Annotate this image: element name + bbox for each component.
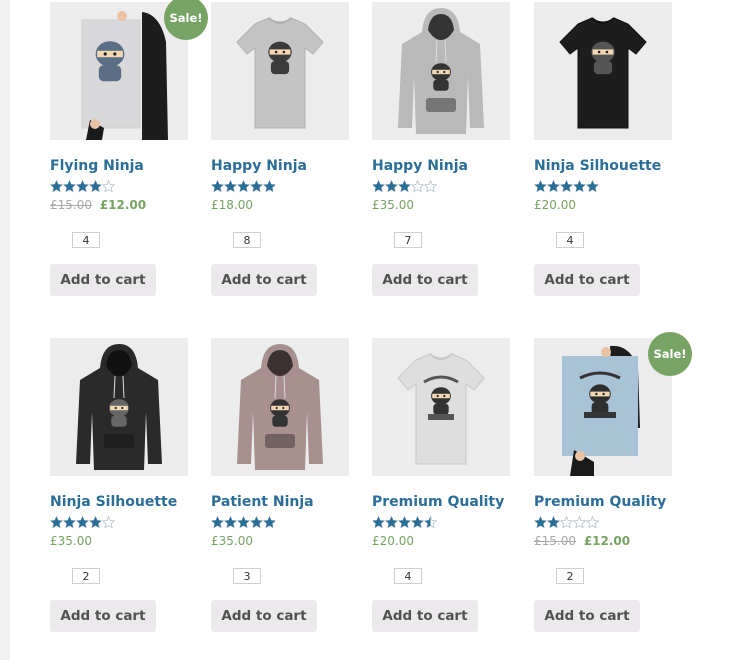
product-card: Ninja Silhouette £20.00 Add to cart: [534, 0, 674, 320]
regular-price: £15.00: [534, 534, 576, 548]
product-price: £20.00: [372, 534, 414, 548]
current-price: £20.00: [534, 198, 576, 212]
star-icon: [559, 516, 574, 529]
star-rating: [211, 180, 277, 193]
quantity-input[interactable]: [556, 568, 584, 584]
star-icon: [572, 516, 587, 529]
product-card: Ninja Silhouette £35.00 Add to cart: [50, 336, 190, 656]
product-title-link[interactable]: Happy Ninja: [211, 158, 371, 174]
star-rating: [534, 516, 600, 529]
sale-badge: Sale!: [648, 332, 692, 376]
star-rating: [211, 516, 277, 529]
product-title-link[interactable]: Flying Ninja: [50, 158, 210, 174]
regular-price: £15.00: [50, 198, 92, 212]
product-title-link[interactable]: Happy Ninja: [372, 158, 532, 174]
star-icon: [101, 516, 116, 529]
add-to-cart-button[interactable]: Add to cart: [372, 600, 478, 632]
star-icon: [585, 516, 600, 529]
current-price: £18.00: [211, 198, 253, 212]
add-to-cart-button[interactable]: Add to cart: [50, 264, 156, 296]
product-title-link[interactable]: Premium Quality: [534, 494, 694, 510]
product-price: £35.00: [211, 534, 253, 548]
product-price: £15.00 £12.00: [534, 534, 630, 548]
add-to-cart-button[interactable]: Add to cart: [211, 600, 317, 632]
product-card: Patient Ninja £35.00 Add to cart: [211, 336, 351, 656]
quantity-input[interactable]: [394, 568, 422, 584]
product-image-link[interactable]: [372, 2, 510, 140]
product-card: Sale! Premium Quality £15.00 £12.00 Add …: [534, 332, 692, 656]
quantity-input[interactable]: [72, 568, 100, 584]
product-image-link[interactable]: [50, 338, 188, 476]
product-title-link[interactable]: Patient Ninja: [211, 494, 371, 510]
product-image-link[interactable]: [211, 2, 349, 140]
sale-badge: Sale!: [164, 0, 208, 40]
star-rating: [50, 516, 116, 529]
product-price: £18.00: [211, 198, 253, 212]
product-card: Happy Ninja £18.00 Add to cart: [211, 0, 351, 320]
current-price: £35.00: [50, 534, 92, 548]
product-card: Premium Quality £20.00 Add to cart: [372, 336, 512, 656]
add-to-cart-button[interactable]: Add to cart: [211, 264, 317, 296]
sale-price: £12.00: [99, 198, 147, 212]
star-rating: [50, 180, 116, 193]
product-image-link[interactable]: [534, 2, 672, 140]
current-price: £35.00: [372, 198, 414, 212]
star-rating: [534, 180, 600, 193]
star-icon: [423, 180, 438, 193]
star-icon: [410, 180, 425, 193]
product-title-link[interactable]: Ninja Silhouette: [534, 158, 694, 174]
product-title-link[interactable]: Ninja Silhouette: [50, 494, 210, 510]
product-image-link[interactable]: [372, 338, 510, 476]
product-price: £35.00: [50, 534, 92, 548]
star-icon: [101, 180, 116, 193]
product-grid: Sale! Flying Ninja £15.00 £12.00 Add to …: [10, 0, 732, 660]
quantity-input[interactable]: [394, 232, 422, 248]
product-price: £15.00 £12.00: [50, 198, 146, 212]
add-to-cart-button[interactable]: Add to cart: [50, 600, 156, 632]
quantity-input[interactable]: [72, 232, 100, 248]
current-price: £35.00: [211, 534, 253, 548]
product-card: Happy Ninja £35.00 Add to cart: [372, 0, 512, 320]
quantity-input[interactable]: [233, 568, 261, 584]
current-price: £20.00: [372, 534, 414, 548]
quantity-input[interactable]: [556, 232, 584, 248]
product-image-link[interactable]: [211, 338, 349, 476]
product-title-link[interactable]: Premium Quality: [372, 494, 532, 510]
product-price: £35.00: [372, 198, 414, 212]
add-to-cart-button[interactable]: Add to cart: [372, 264, 478, 296]
add-to-cart-button[interactable]: Add to cart: [534, 264, 640, 296]
shop-page: Sale! Flying Ninja £15.00 £12.00 Add to …: [10, 0, 732, 660]
quantity-input[interactable]: [233, 232, 261, 248]
star-rating: [372, 180, 438, 193]
add-to-cart-button[interactable]: Add to cart: [534, 600, 640, 632]
sale-price: £12.00: [583, 534, 631, 548]
product-card: Sale! Flying Ninja £15.00 £12.00 Add to …: [50, 0, 208, 320]
product-price: £20.00: [534, 198, 576, 212]
star-rating: [372, 516, 438, 529]
